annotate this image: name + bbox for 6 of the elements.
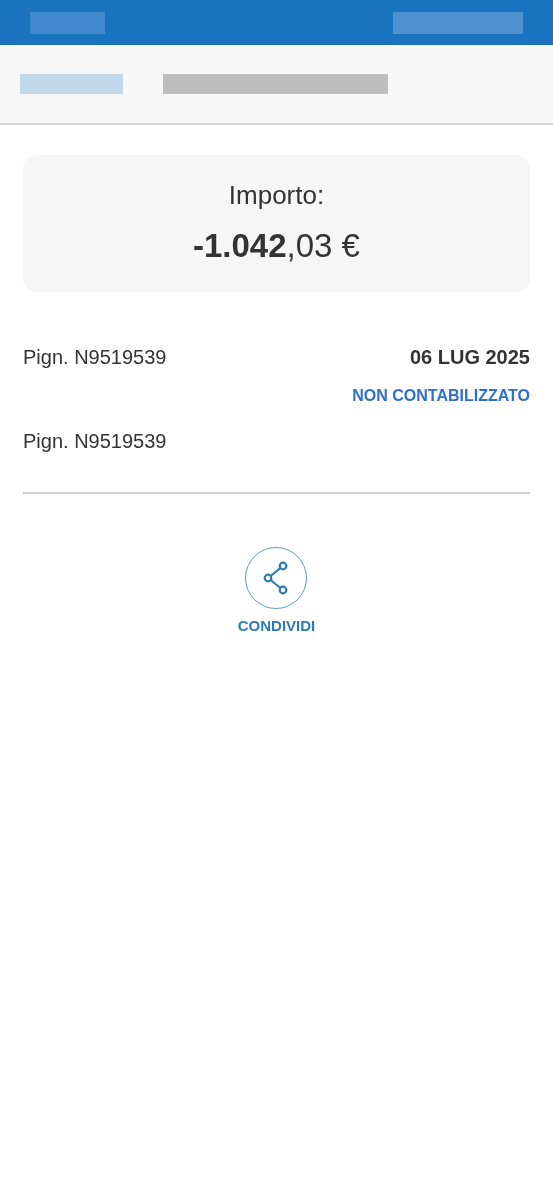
- transaction-status: NON CONTABILIZZATO: [352, 386, 530, 406]
- amount-value: -1.042,03 €: [193, 226, 360, 267]
- transaction-date: 06 LUG 2025: [409, 345, 530, 370]
- amount-label: Importo:: [228, 179, 325, 213]
- transaction-details: Pign. N9519539: [23, 429, 168, 454]
- transaction-description: Pign. N9519539: [23, 345, 167, 370]
